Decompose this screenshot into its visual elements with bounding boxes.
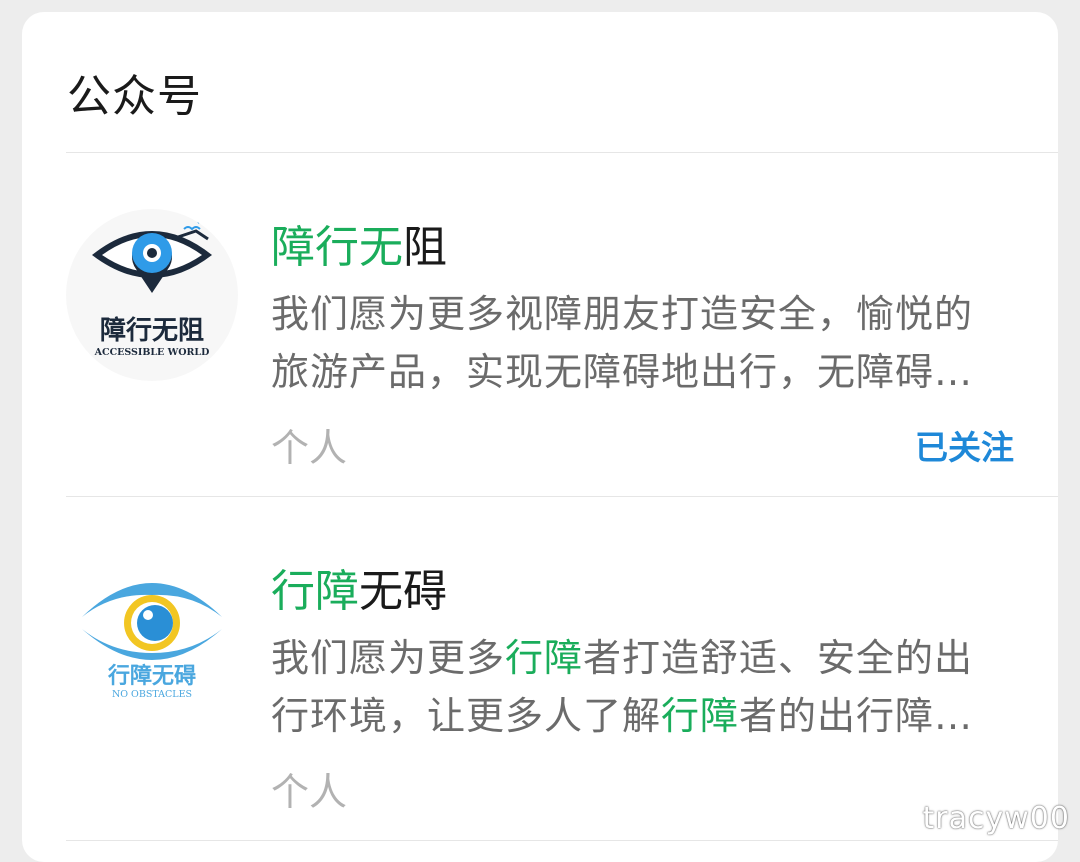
description-highlight: 行障	[505, 636, 583, 680]
description-line: 我们愿为更多行障者打造舒适、安全的出	[271, 629, 1011, 687]
account-result-item[interactable]: 障行无阻 ACCESSIBLE WORLD 障行无阻 我们愿为更多视障朋友打造安…	[22, 153, 1058, 496]
account-name: 障行无阻	[271, 211, 447, 275]
account-name: 行障无碍	[271, 555, 447, 619]
description-line: 我们愿为更多视障朋友打造安全，愉悦的	[271, 285, 1011, 343]
account-type-label: 个人	[271, 417, 347, 472]
description-text: 行环境，让更多人了解	[271, 694, 661, 738]
description-text: 我们愿为更多	[271, 636, 505, 680]
description-text: 者打造舒适、安全的出	[583, 636, 973, 680]
description-highlight: 行障	[661, 694, 739, 738]
account-avatar: 行障无碍 NO OBSTACLES	[66, 553, 238, 725]
account-name-rest: 阻	[403, 222, 447, 273]
account-type-label: 个人	[271, 761, 347, 816]
logo-text: 障行无阻	[100, 315, 204, 346]
account-name-highlight: 障行无	[271, 222, 403, 273]
account-description: 我们愿为更多视障朋友打造安全，愉悦的 旅游产品，实现无障碍地出行，无障碍…	[271, 285, 1011, 401]
description-line: 行环境，让更多人了解行障者的出行障…	[271, 687, 1011, 745]
followed-status[interactable]: 已关注	[915, 421, 1014, 469]
account-name-highlight: 行障	[271, 566, 359, 617]
account-description: 我们愿为更多行障者打造舒适、安全的出 行环境，让更多人了解行障者的出行障…	[271, 629, 1011, 745]
description-text: 者的出行障…	[739, 694, 973, 738]
account-result-item[interactable]: 行障无碍 NO OBSTACLES 行障无碍 我们愿为更多行障者打造舒适、安全的…	[22, 497, 1058, 840]
section-title: 公众号	[67, 60, 202, 124]
accessible-world-logo-icon: 障行无阻 ACCESSIBLE WORLD	[66, 209, 238, 381]
watermark: tracyw00	[923, 801, 1070, 836]
account-name-rest: 无碍	[359, 566, 447, 617]
no-obstacles-logo-icon: 行障无碍 NO OBSTACLES	[66, 553, 238, 725]
logo-subtext: NO OBSTACLES	[112, 689, 192, 700]
description-line: 旅游产品，实现无障碍地出行，无障碍…	[271, 343, 1011, 401]
logo-subtext: ACCESSIBLE WORLD	[94, 347, 210, 358]
logo-text: 行障无碍	[107, 663, 196, 689]
search-results-card: 公众号 障行无阻 ACCESSIBLE WORLD 障行无阻	[22, 12, 1058, 862]
account-avatar: 障行无阻 ACCESSIBLE WORLD	[66, 209, 238, 381]
divider	[66, 840, 1058, 841]
